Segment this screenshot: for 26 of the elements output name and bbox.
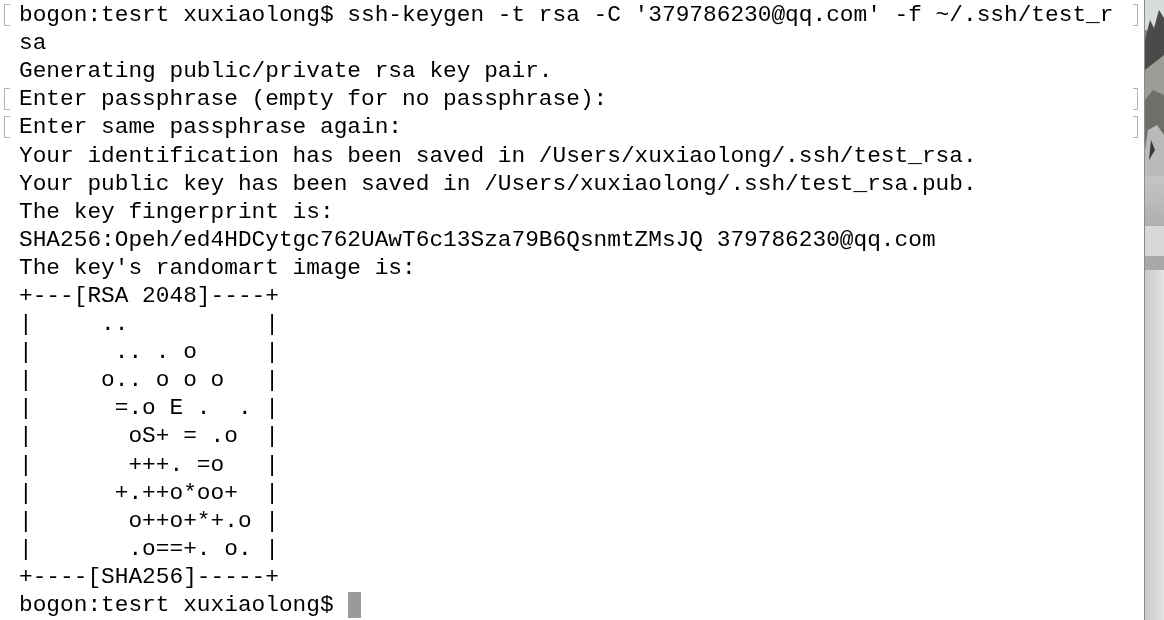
terminal-line: | .. . o |	[19, 338, 279, 367]
terminal-prompt: bogon:tesrt xuxiaolong$	[19, 591, 334, 619]
terminal-line: +----[SHA256]-----+	[19, 562, 279, 591]
terminal-line: +---[RSA 2048]----+	[19, 282, 279, 310]
window-edge	[1145, 176, 1164, 226]
terminal-line: Your identification has been saved in /Users/xuxiaolong/.ssh/test_rsa.	[19, 141, 977, 170]
line-mark	[1133, 4, 1138, 27]
terminal-line: | =.o E . . |	[19, 394, 279, 423]
terminal-line: Your public key has been saved in /Users/xuxiaolong/.ssh/test_rsa.pub.	[19, 169, 977, 198]
terminal-line: | o.. o o o |	[19, 366, 279, 395]
terminal-line: Enter passphrase (empty for no passphrase):	[19, 85, 608, 114]
terminal-line: | +.++o*oo+ |	[19, 478, 279, 507]
line-mark	[1133, 116, 1138, 139]
terminal-line: | o++o+*+.o |	[19, 506, 279, 535]
terminal-line: Generating public/private rsa key pair.	[19, 57, 553, 86]
terminal-line: sa	[19, 29, 47, 58]
terminal-line: | oS+ = .o |	[19, 422, 279, 451]
terminal-line: The key's randomart image is:	[19, 253, 416, 282]
line-mark	[1133, 88, 1138, 111]
terminal-line: SHA256:Opeh/ed4HDCytgc762UAwT6c13Sza79B6QsnmtZMsJQ 379786230@qq.com	[19, 225, 936, 254]
terminal-line: The key fingerprint is:	[19, 197, 334, 226]
terminal-line: | .o==+. o. |	[19, 534, 279, 563]
terminal-line: | +++. =o |	[19, 450, 279, 479]
terminal-line: Enter same passphrase again:	[19, 113, 403, 142]
terminal-line: bogon:tesrt xuxiaolong$ ssh-keygen -t rsa -C '379786230@qq.com' -f ~/.ssh/test_r	[19, 1, 1114, 30]
terminal-line: | .. |	[19, 310, 279, 339]
